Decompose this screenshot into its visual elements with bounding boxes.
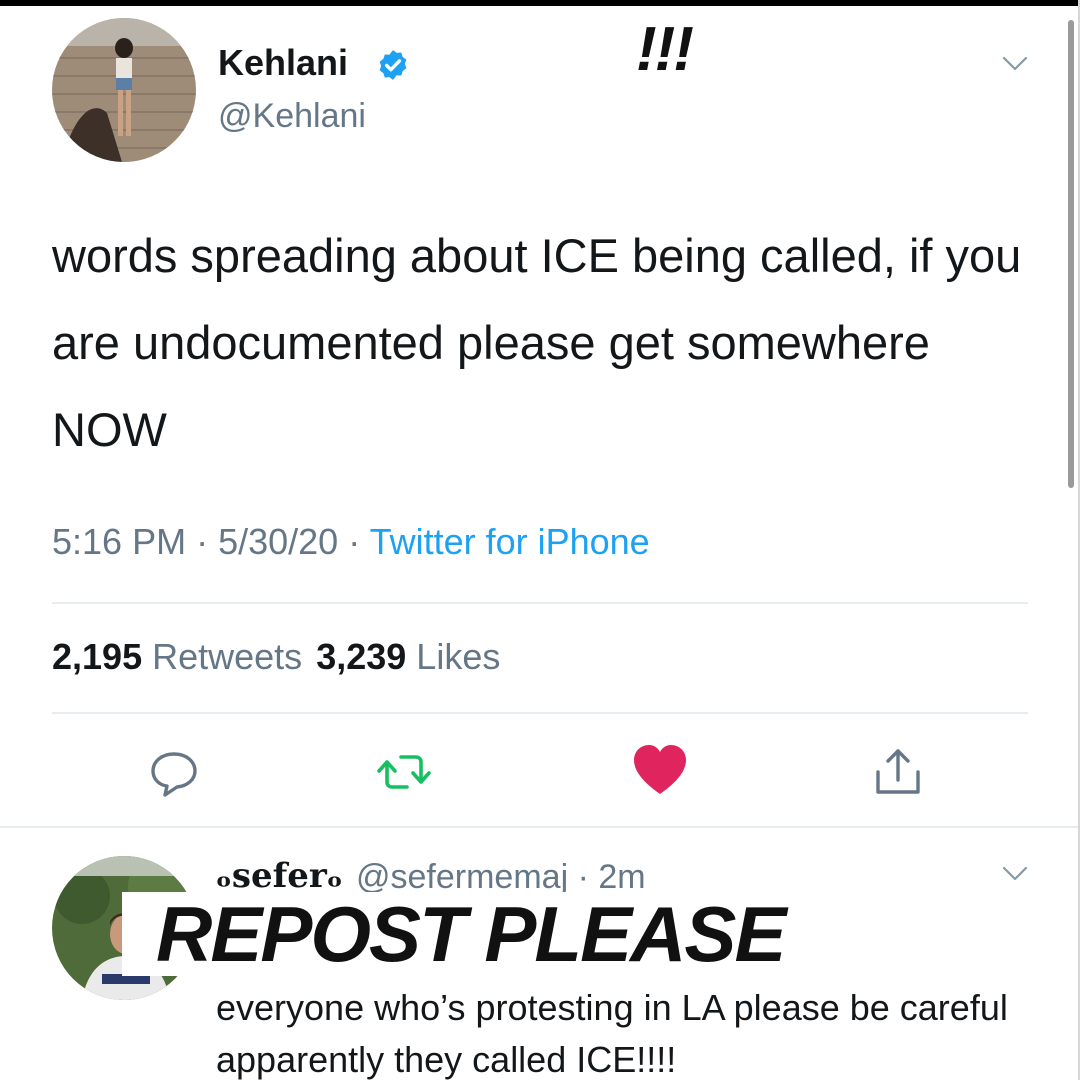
meta-separator: · <box>196 521 219 562</box>
retweet-icon[interactable] <box>374 742 434 802</box>
author-avatar[interactable] <box>52 18 196 162</box>
tweet-date[interactable]: 5/30/20 <box>218 521 338 562</box>
top-edge-bar <box>0 0 1080 6</box>
retweets-count: 2,195 <box>52 636 143 677</box>
overlay-exclamation: !!! <box>636 15 694 84</box>
divider <box>52 712 1028 714</box>
likes-count: 3,239 <box>316 636 407 677</box>
share-icon[interactable] <box>868 742 928 802</box>
tweet-meta: 5:16 PM · 5/30/20 · Twitter for iPhone <box>52 521 650 563</box>
divider <box>52 602 1028 604</box>
divider <box>0 826 1078 828</box>
tweet-stats: 2,195 Retweets 3,239 Likes <box>52 636 500 678</box>
tweet-time: 5:16 PM <box>52 521 187 562</box>
meta-separator: · <box>348 521 370 562</box>
heart-icon[interactable] <box>630 740 690 800</box>
chevron-down-icon[interactable] <box>1002 56 1028 72</box>
likes-label: Likes <box>416 636 501 677</box>
tweet-source-link[interactable]: Twitter for iPhone <box>370 521 650 562</box>
scrollbar[interactable] <box>1068 20 1074 488</box>
author-handle[interactable]: @Kehlani <box>218 97 366 136</box>
repost-please-banner: REPOST PLEASE <box>122 892 825 976</box>
chevron-down-icon[interactable] <box>1002 866 1028 882</box>
retweets-stat[interactable]: 2,195 Retweets <box>52 636 302 677</box>
reply-text: everyone who’s protesting in LA please b… <box>216 987 1008 1080</box>
tweet-text: words spreading about ICE being called, … <box>52 229 1022 456</box>
verified-badge-icon <box>379 50 407 80</box>
reply-icon[interactable] <box>144 742 204 802</box>
retweets-label: Retweets <box>152 636 303 677</box>
author-name[interactable]: Kehlani <box>218 42 348 84</box>
likes-stat[interactable]: 3,239 Likes <box>316 636 500 677</box>
